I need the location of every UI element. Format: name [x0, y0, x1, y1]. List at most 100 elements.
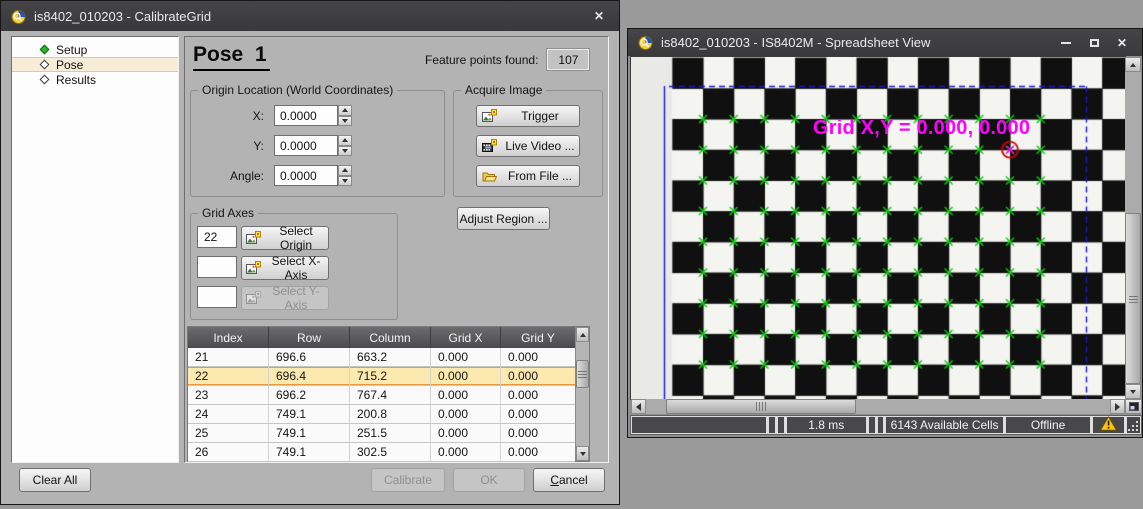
connection-status: Offline	[1006, 417, 1091, 433]
scroll-right-icon[interactable]	[1110, 399, 1125, 414]
calibration-image-canvas[interactable]	[631, 57, 1125, 399]
select-origin-button[interactable]: Select Origin	[241, 226, 329, 250]
table-cell: 0.000	[431, 386, 501, 404]
table-cell: 21	[188, 348, 269, 366]
select-y-axis-button: Select Y-Axis	[241, 286, 329, 310]
acquire-image-group-title: Acquire Image	[461, 83, 546, 97]
image-vertical-scrollbar[interactable]	[1125, 57, 1141, 399]
spin-down-icon[interactable]	[338, 146, 352, 157]
table-cell: 0.000	[431, 367, 501, 385]
spreadsheet-window-titlebar[interactable]: is8402_010203 - IS8402M - Spreadsheet Vi…	[628, 29, 1142, 56]
scroll-up-icon[interactable]	[1125, 57, 1141, 72]
scroll-left-icon[interactable]	[631, 399, 646, 414]
horizontal-scrollbar-thumb[interactable]	[666, 399, 856, 414]
insight-app-icon	[638, 35, 653, 50]
status-bar: 1.8 ms 6143 Available Cells Offline	[630, 415, 1142, 435]
status-separator	[769, 417, 775, 433]
camera-trigger-icon	[482, 109, 497, 124]
status-separator	[778, 417, 784, 433]
table-cell: 24	[188, 405, 269, 423]
column-header-row: Row	[269, 327, 350, 348]
table-cell: 22	[188, 367, 269, 385]
spin-down-icon[interactable]	[338, 116, 352, 127]
image-horizontal-scrollbar[interactable]	[631, 399, 1125, 414]
step-status-icon	[40, 75, 50, 85]
select-x-axis-button[interactable]: Select X-Axis	[241, 256, 329, 280]
table-row[interactable]: 25749.1251.50.0000.000	[188, 424, 575, 443]
grid-axes-group: Grid Axes 22 Select Origin Select X-Axis…	[190, 213, 398, 320]
cancel-button[interactable]: Cancel	[533, 468, 605, 492]
table-row[interactable]: 24749.1200.80.0000.000	[188, 405, 575, 424]
sidebar-item-setup[interactable]: Setup	[12, 42, 178, 57]
live-video-button[interactable]: Live Video ...	[476, 135, 580, 157]
spin-down-icon[interactable]	[338, 176, 352, 187]
close-icon[interactable]: ✕	[589, 8, 609, 24]
origin-location-group: Origin Location (World Coordinates) X: 0…	[190, 90, 445, 197]
resize-grip[interactable]	[1127, 417, 1140, 433]
status-separator	[878, 417, 884, 433]
spin-up-icon[interactable]	[338, 105, 352, 116]
ok-button: OK	[453, 468, 525, 492]
table-cell: 767.4	[350, 386, 431, 404]
select-point-icon	[246, 231, 261, 246]
axes-index-input[interactable]	[197, 286, 237, 308]
table-cell: 663.2	[350, 348, 431, 366]
table-cell: 0.000	[431, 443, 501, 461]
clear-all-button[interactable]: Clear All	[19, 468, 91, 492]
from-file-button[interactable]: From File ...	[476, 165, 580, 187]
status-segment-empty	[632, 417, 766, 433]
warning-status[interactable]	[1093, 417, 1124, 433]
table-row[interactable]: 26749.1302.50.0000.000	[188, 443, 575, 462]
calibration-steps-sidebar: Setup Pose Results	[11, 36, 179, 463]
column-header-column: Column	[350, 327, 431, 348]
status-separator	[869, 417, 875, 433]
maximize-icon[interactable]	[1084, 35, 1104, 51]
table-cell: 696.2	[269, 386, 350, 404]
adjust-region-button[interactable]: Adjust Region ...	[457, 207, 550, 230]
scroll-down-icon[interactable]	[1125, 384, 1141, 399]
table-cell: 749.1	[269, 424, 350, 442]
acquire-image-group: Acquire Image Trigger Live Video ... Fro…	[453, 90, 603, 197]
scroll-up-icon[interactable]	[576, 327, 589, 342]
sidebar-item-label: Results	[56, 73, 96, 87]
film-strip-icon	[482, 139, 497, 154]
trigger-button[interactable]: Trigger	[476, 105, 580, 127]
minimize-icon[interactable]	[1056, 35, 1076, 51]
table-cell: 25	[188, 424, 269, 442]
angle-input[interactable]: 0.0000	[274, 165, 338, 186]
table-cell: 251.5	[350, 424, 431, 442]
warning-icon	[1100, 416, 1117, 434]
vertical-scrollbar-thumb[interactable]	[1125, 213, 1141, 384]
table-cell: 302.5	[350, 443, 431, 461]
y-input[interactable]: 0.0000	[274, 135, 338, 156]
grid-axes-group-title: Grid Axes	[198, 206, 258, 220]
calibrate-window-titlebar[interactable]: is8402_010203 - CalibrateGrid ✕	[1, 1, 619, 31]
table-row[interactable]: 23696.2767.40.0000.000	[188, 386, 575, 405]
table-cell: 0.000	[501, 405, 575, 423]
pose-panel: Pose 1 Feature points found: 107 Origin …	[184, 36, 609, 463]
field-label: Y:	[191, 139, 274, 153]
feature-points-label: Feature points found:	[425, 53, 538, 67]
origin-location-group-title: Origin Location (World Coordinates)	[198, 83, 397, 97]
spin-up-icon[interactable]	[338, 165, 352, 176]
full-image-view-button[interactable]	[1125, 399, 1142, 414]
table-cell: 696.6	[269, 348, 350, 366]
table-row[interactable]: 22696.4715.20.0000.000	[188, 367, 575, 386]
calibrate-button: Calibrate	[371, 468, 445, 492]
open-folder-icon	[482, 169, 497, 184]
close-icon[interactable]: ✕	[1112, 35, 1132, 51]
scroll-down-icon[interactable]	[576, 446, 589, 461]
table-cell: 0.000	[431, 348, 501, 366]
coordinate-field-row: Angle: 0.0000	[191, 165, 352, 186]
table-cell: 0.000	[501, 424, 575, 442]
table-cell: 200.8	[350, 405, 431, 423]
table-row[interactable]: 21696.6663.20.0000.000	[188, 348, 575, 367]
axes-index-input[interactable]	[197, 256, 237, 278]
axes-index-input[interactable]: 22	[197, 226, 237, 248]
table-scrollbar-thumb[interactable]	[576, 360, 589, 388]
spin-up-icon[interactable]	[338, 135, 352, 146]
x-input[interactable]: 0.0000	[274, 105, 338, 126]
table-scrollbar[interactable]	[575, 327, 589, 461]
sidebar-item-results[interactable]: Results	[12, 72, 178, 87]
sidebar-item-pose[interactable]: Pose	[12, 57, 178, 72]
